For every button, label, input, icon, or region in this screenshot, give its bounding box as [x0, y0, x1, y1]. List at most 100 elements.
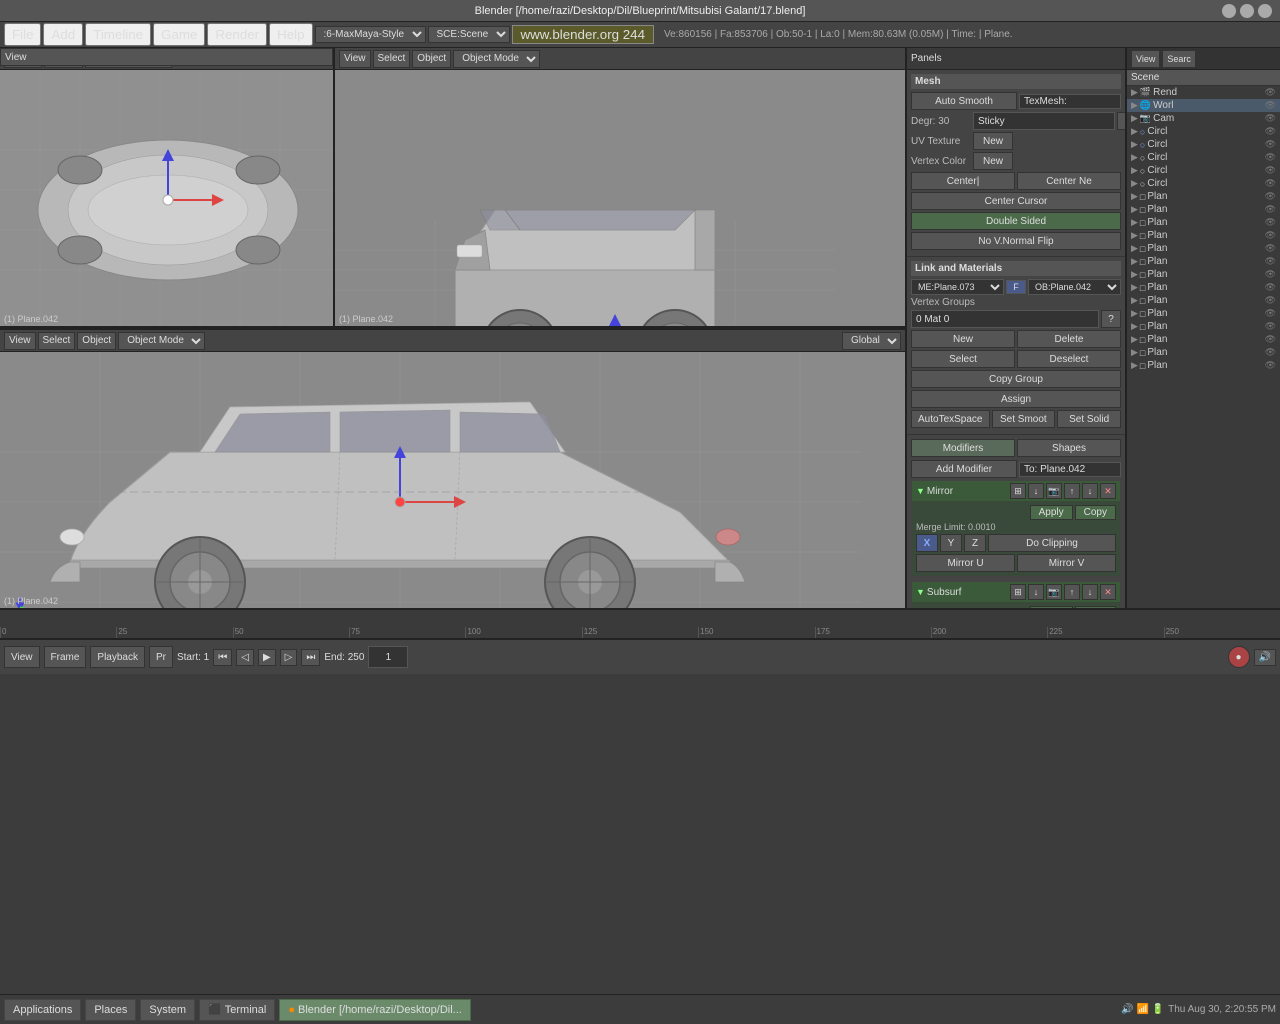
prev-frame-btn[interactable]: ◁	[236, 649, 254, 666]
subsurf-icon4[interactable]: ↑	[1064, 584, 1080, 600]
set-solid-btn[interactable]: Set Solid	[1057, 410, 1121, 428]
eye-icon-15[interactable]: 👁	[1265, 282, 1276, 293]
tree-item-9[interactable]: ▶ □ Plan 👁	[1127, 203, 1280, 216]
mirror-icon2[interactable]: ↓	[1028, 483, 1044, 499]
assign-btn[interactable]: Assign	[911, 390, 1121, 408]
tree-item-7[interactable]: ▶ ○ Circl 👁	[1127, 177, 1280, 190]
delete-mat-btn[interactable]: Delete	[1017, 330, 1121, 348]
add-modifier-btn[interactable]: Add Modifier	[911, 460, 1017, 478]
tree-item-worl[interactable]: ▶ 🌐 Worl 👁	[1127, 99, 1280, 112]
playback-btn[interactable]: Playback	[90, 646, 145, 668]
viewport-top[interactable]: View Select Object Object Mode Top	[0, 48, 335, 326]
viewport-user[interactable]: View Select Object Object Mode User	[335, 48, 905, 326]
eye-icon-16[interactable]: 👁	[1265, 295, 1276, 306]
do-clipping-btn[interactable]: Do Clipping	[988, 534, 1116, 552]
new-mat-btn[interactable]: New	[911, 330, 1015, 348]
tree-item-6[interactable]: ▶ ○ Circl 👁	[1127, 164, 1280, 177]
end-btn[interactable]: ⏭	[301, 649, 320, 666]
eye-icon-11[interactable]: 👁	[1265, 230, 1276, 241]
url-button[interactable]: www.blender.org 244	[512, 25, 654, 44]
auto-smooth-btn[interactable]: Auto Smooth	[911, 92, 1017, 110]
mat-input[interactable]	[911, 310, 1099, 328]
minimize-button[interactable]	[1222, 4, 1236, 18]
subsurf-icon5[interactable]: ↓	[1082, 584, 1098, 600]
mirror-icon1[interactable]: ⊞	[1010, 483, 1026, 499]
eye-icon-19[interactable]: 👁	[1265, 334, 1276, 345]
places-btn[interactable]: Places	[85, 999, 136, 1021]
tree-item-13[interactable]: ▶ □ Plan 👁	[1127, 255, 1280, 268]
no-v-normal-flip-btn[interactable]: No V.Normal Flip	[911, 232, 1121, 250]
vp-user-select-btn[interactable]: Select	[373, 50, 411, 68]
frame-btn[interactable]: Frame	[44, 646, 87, 668]
vc-new-btn[interactable]: New	[973, 152, 1013, 170]
eye-icon-8[interactable]: 👁	[1265, 191, 1276, 202]
center-btn[interactable]: Center|	[911, 172, 1015, 190]
mirror-copy-btn[interactable]: Copy	[1075, 505, 1116, 520]
tree-item-8[interactable]: ▶ □ Plan 👁	[1127, 190, 1280, 203]
eye-icon-9[interactable]: 👁	[1265, 204, 1276, 215]
eye-icon-13[interactable]: 👁	[1265, 256, 1276, 267]
mirror-icon5[interactable]: ↓	[1082, 483, 1098, 499]
double-sided-btn[interactable]: Double Sided	[911, 212, 1121, 230]
mirror-v-btn[interactable]: Mirror V	[1017, 554, 1116, 572]
eye-icon-5[interactable]: 👁	[1265, 152, 1276, 163]
eye-icon-10[interactable]: 👁	[1265, 217, 1276, 228]
tree-item-10[interactable]: ▶ □ Plan 👁	[1127, 216, 1280, 229]
mat-question-btn[interactable]: ?	[1101, 310, 1121, 328]
menu-timeline[interactable]: Timeline	[85, 23, 151, 46]
eye-icon-6[interactable]: 👁	[1265, 165, 1276, 176]
deselect-mat-btn[interactable]: Deselect	[1017, 350, 1121, 368]
subsurf-icon2[interactable]: ↓	[1028, 584, 1044, 600]
close-button[interactable]	[1258, 4, 1272, 18]
tree-item-16[interactable]: ▶ □ Plan 👁	[1127, 294, 1280, 307]
eye-icon-4[interactable]: 👁	[1265, 139, 1276, 150]
applications-btn[interactable]: Applications	[4, 999, 81, 1021]
tree-item-18[interactable]: ▶ □ Plan 👁	[1127, 320, 1280, 333]
copy-group-btn[interactable]: Copy Group	[911, 370, 1121, 388]
vp-right-object-btn[interactable]: Object	[77, 332, 116, 350]
tree-item-12[interactable]: ▶ □ Plan 👁	[1127, 242, 1280, 255]
tree-item-21[interactable]: ▶ □ Plan 👁	[1127, 359, 1280, 372]
menu-game[interactable]: Game	[153, 23, 205, 46]
next-frame-btn[interactable]: ▷	[280, 649, 298, 666]
tree-item-rend[interactable]: ▶ 🎬 Rend 👁	[1127, 86, 1280, 99]
mirror-x-btn[interactable]: X	[916, 534, 938, 552]
shapes-tab-btn[interactable]: Shapes	[1017, 439, 1121, 457]
eye-icon-2[interactable]: 👁	[1265, 113, 1276, 124]
tree-item-5[interactable]: ▶ ○ Circl 👁	[1127, 151, 1280, 164]
modifiers-tab-btn[interactable]: Modifiers	[911, 439, 1015, 457]
mirror-icon3[interactable]: 📷	[1046, 483, 1062, 499]
tree-item-3[interactable]: ▶ ○ Circl 👁	[1127, 125, 1280, 138]
vp-far-right-btn[interactable]: View	[1131, 50, 1160, 68]
sticky-input[interactable]	[973, 112, 1115, 130]
me-select[interactable]: ME:Plane.073	[911, 279, 1004, 295]
record-btn[interactable]: ●	[1228, 646, 1250, 668]
tree-item-19[interactable]: ▶ □ Plan 👁	[1127, 333, 1280, 346]
ob-select[interactable]: OB:Plane.042	[1028, 279, 1121, 295]
transform-select[interactable]: Global	[842, 332, 901, 350]
viewport-right[interactable]: View Select Object Object Mode Global Ri…	[0, 328, 905, 608]
mirror-close-btn[interactable]: ✕	[1100, 483, 1116, 499]
tree-item-4[interactable]: ▶ ○ Circl 👁	[1127, 138, 1280, 151]
menu-render[interactable]: Render	[207, 23, 267, 46]
scene-name-select[interactable]: SCE:Scene	[428, 26, 510, 43]
auto-tex-space-btn[interactable]: AutoTexSpace	[911, 410, 990, 428]
uv-new-btn[interactable]: New	[973, 132, 1013, 150]
tree-item-17[interactable]: ▶ □ Plan 👁	[1127, 307, 1280, 320]
subsurf-icon3[interactable]: 📷	[1046, 584, 1062, 600]
eye-icon-17[interactable]: 👁	[1265, 308, 1276, 319]
mirror-y-btn[interactable]: Y	[940, 534, 962, 552]
mirror-z-btn[interactable]: Z	[964, 534, 986, 552]
start-btn[interactable]: ⏮	[213, 649, 232, 666]
menu-help[interactable]: Help	[269, 23, 312, 46]
eye-icon-3[interactable]: 👁	[1265, 126, 1276, 137]
set-smooth-btn[interactable]: Set Smoot	[992, 410, 1056, 428]
subsurf-copy-btn[interactable]: Copy	[1075, 606, 1116, 608]
vp-user-mode-select[interactable]: Object Mode	[453, 50, 540, 68]
tree-item-15[interactable]: ▶ □ Plan 👁	[1127, 281, 1280, 294]
eye-icon-1[interactable]: 👁	[1265, 100, 1276, 111]
vp-user-view-btn[interactable]: View	[339, 50, 371, 68]
center-cursor-btn[interactable]: Center Cursor	[911, 192, 1121, 210]
subsurf-close-btn[interactable]: ✕	[1100, 584, 1116, 600]
pr-btn[interactable]: Pr	[149, 646, 173, 668]
